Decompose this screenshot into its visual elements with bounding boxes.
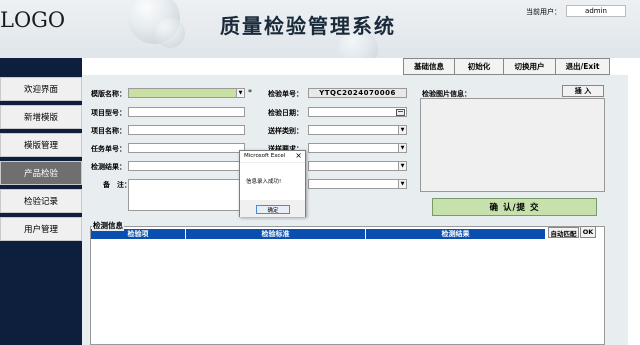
- initialize-button[interactable]: 初始化: [454, 58, 504, 75]
- project-name-label: 项目名称：: [91, 127, 126, 135]
- top-menu: 基础信息 初始化 切换用户 退出/Exit: [403, 58, 610, 75]
- message-dialog: Microsoft Excel × 信息录入成功! 确定: [239, 150, 306, 217]
- send-type-label: 送样类别：: [268, 127, 303, 135]
- dialog-message: 信息录入成功!: [246, 179, 282, 185]
- exit-button[interactable]: 退出/Exit: [555, 58, 610, 75]
- results-header: 检验项 检验标准 检测结果: [91, 229, 546, 239]
- close-icon[interactable]: ×: [295, 151, 302, 160]
- insert-button[interactable]: 插 入: [562, 85, 604, 97]
- project-name-input[interactable]: [128, 125, 245, 135]
- sidebar-item-template-management[interactable]: 模版管理: [0, 133, 82, 157]
- column-header-result: 检测结果: [366, 229, 546, 239]
- project-no-input[interactable]: [128, 107, 245, 117]
- basic-info-button[interactable]: 基础信息: [403, 58, 455, 75]
- chevron-down-icon: ▼: [398, 144, 406, 152]
- template-name-label: 模版名称：: [91, 90, 126, 98]
- project-no-label: 项目型号：: [91, 109, 126, 117]
- chevron-down-icon: ▼: [398, 126, 406, 134]
- inspection-no-field: YTQC2024070006: [308, 88, 407, 98]
- extra-select-2[interactable]: ▼: [308, 179, 407, 189]
- inspection-date-label: 检验日期：: [268, 109, 303, 117]
- switch-user-button[interactable]: 切换用户: [503, 58, 556, 75]
- ok-button[interactable]: OK: [580, 226, 596, 238]
- decorative-bubble: [155, 18, 185, 48]
- header: LOGO 质量检验管理系统 当前用户： admin: [0, 0, 640, 58]
- results-section-label: 检测信息: [92, 220, 124, 231]
- chevron-down-icon: ▼: [398, 162, 406, 170]
- send-requirement-select[interactable]: ▼: [308, 143, 407, 153]
- confirm-submit-button[interactable]: 确 认/提 交: [432, 198, 597, 216]
- sidebar: 欢迎界面 新增模版 模版管理 产品检验 检验记录 用户管理: [0, 58, 82, 345]
- remark-label: 备 注：: [103, 181, 131, 189]
- chevron-down-icon: ▼: [398, 180, 406, 188]
- calendar-icon[interactable]: [396, 109, 405, 116]
- task-no-input[interactable]: [128, 143, 245, 153]
- image-box: [420, 98, 605, 192]
- remark-textarea[interactable]: [128, 179, 245, 211]
- template-name-select[interactable]: ▼: [128, 88, 245, 98]
- dialog-title: Microsoft Excel: [244, 153, 286, 159]
- column-header-standard: 检验标准: [186, 229, 366, 239]
- sidebar-item-new-template[interactable]: 新增模版: [0, 105, 82, 129]
- current-user-value: admin: [566, 5, 626, 17]
- current-user-label: 当前用户：: [526, 8, 561, 16]
- task-no-label: 任务单号：: [91, 145, 126, 153]
- extra-select-1[interactable]: ▼: [308, 161, 407, 171]
- sidebar-item-inspection-records[interactable]: 检验记录: [0, 189, 82, 213]
- dialog-ok-button[interactable]: 确定: [256, 205, 290, 214]
- result-select[interactable]: [128, 161, 245, 171]
- app-title: 质量检验管理系统: [220, 14, 396, 38]
- send-type-select[interactable]: ▼: [308, 125, 407, 135]
- sidebar-item-welcome[interactable]: 欢迎界面: [0, 77, 82, 101]
- sidebar-item-product-inspection[interactable]: 产品检验: [0, 161, 82, 185]
- result-label: 检测结果：: [91, 163, 126, 171]
- inspection-date-input[interactable]: [308, 107, 407, 117]
- required-mark: *: [248, 88, 252, 97]
- auto-match-button[interactable]: 自动匹配: [548, 227, 579, 238]
- chevron-down-icon: ▼: [236, 89, 244, 97]
- logo: LOGO: [0, 8, 66, 32]
- sidebar-item-user-management[interactable]: 用户管理: [0, 217, 82, 241]
- results-table: 检验项 检验标准 检测结果: [90, 226, 605, 345]
- inspection-no-label: 检验单号：: [268, 90, 303, 98]
